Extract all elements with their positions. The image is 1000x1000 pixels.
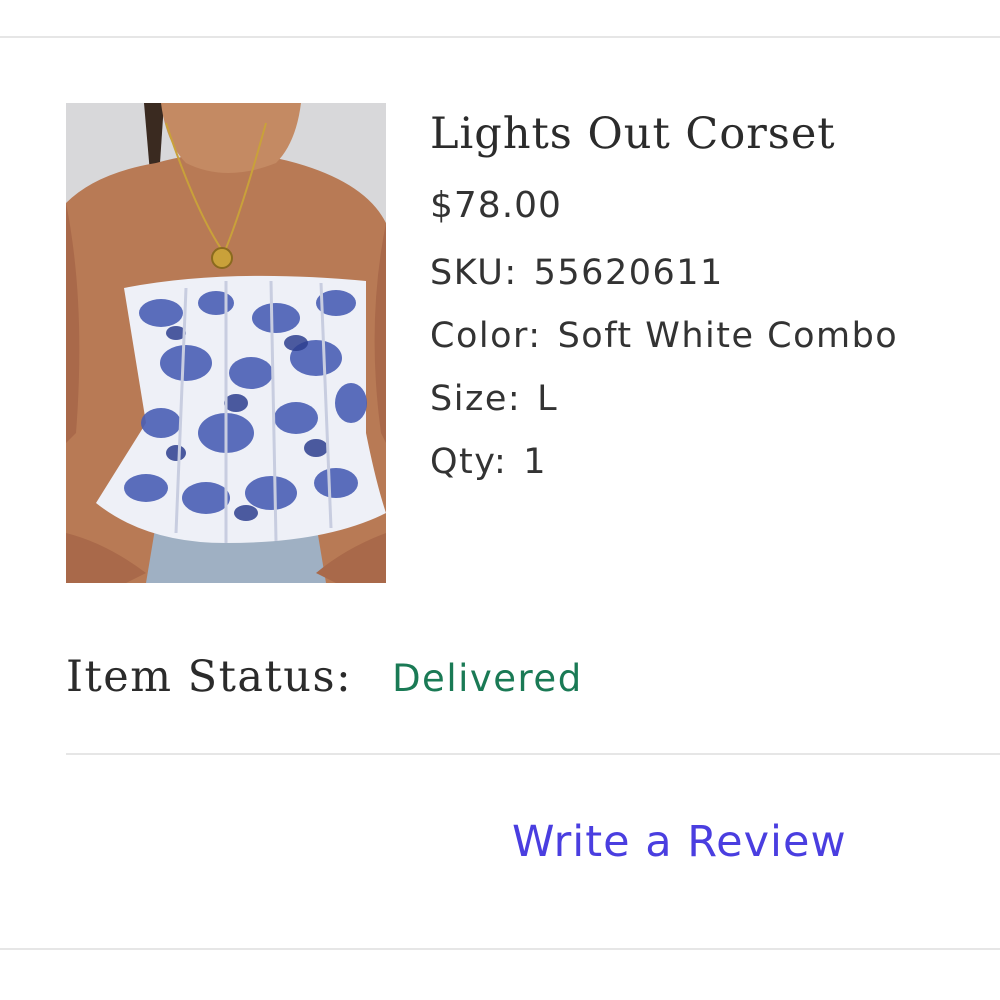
product-price: $78.00 <box>430 185 562 226</box>
top-divider <box>0 36 1000 38</box>
color-label: Color: <box>430 316 542 356</box>
sku-row: SKU: 55620611 <box>430 242 990 305</box>
size-row: Size: L <box>430 368 990 431</box>
color-value: Soft White Combo <box>557 316 899 356</box>
sku-label: SKU: <box>430 253 518 293</box>
bottom-divider <box>0 948 1000 950</box>
product-image[interactable] <box>66 103 386 583</box>
product-name[interactable]: Lights Out Corset <box>430 104 990 164</box>
item-status: Item Status: Delivered <box>66 652 583 712</box>
size-value: L <box>537 379 559 419</box>
qty-label: Qty: <box>430 442 508 482</box>
qty-row: Qty: 1 <box>430 431 990 494</box>
item-status-label: Item Status: <box>66 652 353 702</box>
size-label: Size: <box>430 379 522 419</box>
product-details: Lights Out Corset $78.00 SKU: 55620611 Co… <box>430 104 990 494</box>
qty-value: 1 <box>523 442 548 482</box>
color-row: Color: Soft White Combo <box>430 305 990 368</box>
sku-value: 55620611 <box>533 253 724 293</box>
item-status-value: Delivered <box>392 657 583 700</box>
write-review-link[interactable]: Write a Review <box>512 812 847 872</box>
status-divider <box>66 753 1000 755</box>
